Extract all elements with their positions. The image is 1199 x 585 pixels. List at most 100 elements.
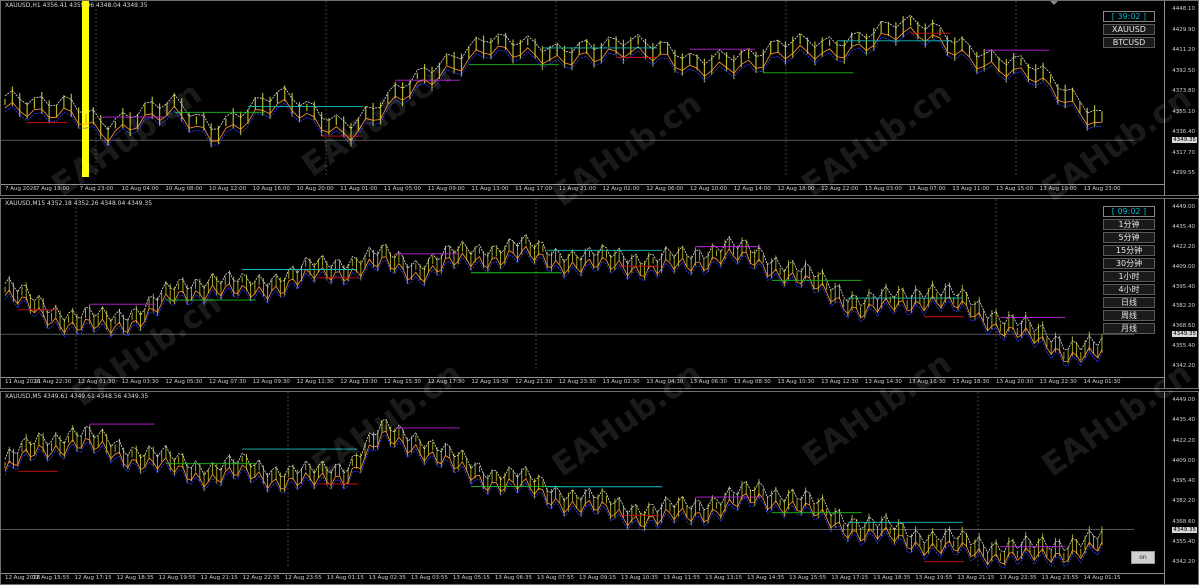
- panel-button[interactable]: XAUUSD: [1103, 24, 1155, 35]
- pane-title: XAUUSD,M15 4352.18 4352.26 4348.04 4349.…: [5, 200, 153, 207]
- price-tick-label: 4392.50: [1172, 67, 1195, 74]
- time-tick-label: 11 Aug 05:00: [383, 186, 422, 192]
- chart-pane-m15[interactable]: XAUUSD,M15 4352.18 4352.26 4348.04 4349.…: [0, 198, 1199, 389]
- time-tick-label: 13 Aug 13:15: [705, 575, 743, 581]
- current-price-label: 4349.35: [1172, 526, 1197, 533]
- panel-button[interactable]: 月线: [1103, 323, 1155, 334]
- moving-average-line: [4, 26, 1103, 143]
- symbol-panel: [ 39:02 ] XAUUSD BTCUSD: [1103, 11, 1155, 48]
- time-tick-label: 13 Aug 04:30: [646, 379, 684, 385]
- time-tick-label: 13 Aug 10:30: [777, 379, 815, 385]
- time-tick-label: 13 Aug 21:15: [957, 575, 995, 581]
- pane-title: XAUUSD,M5 4349.61 4349.61 4348.56 4349.3…: [5, 393, 149, 400]
- time-tick-label: 12 Aug 15:30: [383, 379, 422, 385]
- price-tick-label: 4299.55: [1172, 170, 1195, 176]
- panel-button[interactable]: 日线: [1103, 297, 1155, 308]
- price-tick-label: 4409.00: [1172, 263, 1195, 270]
- time-tick-label: 12 Aug 19:55: [158, 575, 196, 581]
- price-tick-label: 4422.20: [1172, 243, 1195, 250]
- time-tick-label: 13 Aug 18:35: [873, 575, 911, 581]
- time-tick-label: 13 Aug 05:15: [452, 575, 490, 581]
- time-tick-label: 12 Aug 18:35: [116, 575, 154, 581]
- panel-button[interactable]: 1小时: [1103, 271, 1155, 282]
- time-tick-label: 12 Aug 07:30: [209, 379, 247, 385]
- price-chart-m15[interactable]: [1, 199, 1167, 380]
- price-tick-label: 4355.40: [1172, 343, 1195, 350]
- price-tick-label: 4448.10: [1172, 6, 1195, 12]
- panel-button[interactable]: 30分钟: [1103, 258, 1155, 269]
- current-price-label: 4349.35: [1172, 331, 1197, 338]
- panel-button[interactable]: 15分钟: [1103, 245, 1155, 256]
- time-tick-label: 13 Aug 02:35: [368, 575, 406, 581]
- time-tick-label: 14 Aug 01:30: [1083, 379, 1121, 385]
- time-tick-label: 12 Aug 10:00: [689, 186, 728, 192]
- price-tick-label: 4449.00: [1172, 204, 1195, 210]
- time-tick-label: 12 Aug 03:30: [121, 379, 159, 385]
- panel-button[interactable]: BTCUSD: [1103, 37, 1155, 48]
- panel-button[interactable]: 4小时: [1103, 284, 1155, 295]
- on-button[interactable]: on: [1131, 551, 1155, 564]
- time-tick-label: 12 Aug 17:30: [427, 379, 465, 385]
- time-tick-label: 10 Aug 04:00: [121, 186, 159, 192]
- time-tick-label: 12 Aug 21:30: [515, 379, 553, 385]
- price-tick-label: 4355.10: [1172, 108, 1195, 115]
- time-tick-label: 12 Aug 23:55: [284, 575, 322, 581]
- time-tick-label: 12 Aug 23:30: [558, 379, 596, 385]
- time-tick-label: 10 Aug 12:00: [209, 186, 247, 192]
- time-tick-label: 13 Aug 12:30: [821, 379, 859, 385]
- price-tick-label: 4355.40: [1172, 538, 1195, 545]
- panel-button[interactable]: 5分钟: [1103, 232, 1155, 243]
- time-tick-label: 13 Aug 02:30: [602, 379, 640, 385]
- panel-button[interactable]: 周线: [1103, 310, 1155, 321]
- time-axis[interactable]: 12 Aug 2026 12 Aug 15:55 12 Aug 17:15 12 Au…: [1, 573, 1165, 584]
- time-tick-label: 13 Aug 18:30: [952, 379, 990, 385]
- chart-pane-m5[interactable]: XAUUSD,M5 4349.61 4349.61 4348.56 4349.3…: [0, 391, 1199, 585]
- price-axis[interactable]: 4448.10 4429.90 4411.20 4392.50 4373.80 4355.…: [1164, 1, 1198, 195]
- time-tick-label: 10 Aug 16:00: [252, 186, 290, 192]
- countdown-timer: [ 39:02 ]: [1103, 11, 1155, 22]
- time-tick-label: 12 Aug 02:00: [602, 186, 640, 192]
- scroll-arrow-icon[interactable]: [1050, 1, 1058, 5]
- price-axis[interactable]: 4449.00 4435.40 4422.20 4409.00 4395.40 4382.…: [1164, 392, 1198, 584]
- price-axis[interactable]: 4449.00 4435.40 4422.20 4409.00 4395.40 4382.…: [1164, 199, 1198, 388]
- time-tick-label: 7 Aug 2026: [5, 186, 37, 192]
- time-tick-label: 12 Aug 05:30: [165, 379, 203, 385]
- price-tick-label: 4342.20: [1172, 559, 1195, 565]
- time-tick-label: 12 Aug 21:15: [200, 575, 238, 581]
- time-tick-label: 13 Aug 14:35: [747, 575, 785, 581]
- time-tick-label: 12 Aug 22:00: [821, 186, 859, 192]
- price-tick-label: 4395.40: [1172, 478, 1195, 484]
- price-chart-h1[interactable]: [1, 1, 1167, 187]
- price-tick-label: 4382.20: [1172, 498, 1195, 505]
- time-tick-label: 13 Aug 06:35: [494, 575, 532, 581]
- chart-pane-h1[interactable]: XAUUSD,H1 4356.41 4359.06 4348.04 4349.3…: [0, 0, 1199, 196]
- time-tick-label: 13 Aug 17:15: [831, 575, 869, 581]
- time-tick-label: 13 Aug 11:00: [952, 186, 990, 192]
- price-tick-label: 4411.20: [1172, 47, 1195, 53]
- time-axis[interactable]: 11 Aug 2026 11 Aug 22:30 12 Aug 01:30 12 Au…: [1, 377, 1165, 388]
- price-tick-label: 4409.00: [1172, 457, 1195, 464]
- price-tick-label: 4336.40: [1172, 129, 1195, 135]
- time-tick-label: 7 Aug 23:00: [79, 186, 114, 192]
- panel-button[interactable]: 1分钟: [1103, 219, 1155, 230]
- time-tick-label: 12 Aug 09:30: [252, 379, 290, 385]
- time-tick-label: 13 Aug 19:00: [1039, 186, 1077, 192]
- pane-title: XAUUSD,H1 4356.41 4359.06 4348.04 4349.3…: [5, 2, 148, 9]
- price-tick-label: 4449.00: [1172, 397, 1195, 403]
- time-tick-label: 11 Aug 09:00: [427, 186, 465, 192]
- time-tick-label: 12 Aug 11:30: [296, 379, 334, 385]
- time-tick-label: 12 Aug 17:15: [74, 575, 112, 581]
- time-axis[interactable]: 7 Aug 2026 7 Aug 19:00 7 Aug 23:00 10 Aug 0…: [1, 184, 1165, 195]
- time-tick-label: 13 Aug 09:15: [578, 575, 617, 581]
- time-tick-label: 13 Aug 10:35: [621, 575, 659, 581]
- price-tick-label: 4373.80: [1172, 88, 1195, 94]
- highlight-bar: [82, 1, 89, 177]
- price-tick-label: 4435.40: [1172, 223, 1195, 230]
- time-tick-label: 13 Aug 20:30: [996, 379, 1034, 385]
- time-tick-label: 12 Aug 22:35: [242, 575, 280, 581]
- time-tick-label: 13 Aug 23:55: [1041, 575, 1079, 581]
- time-tick-label: 13 Aug 01:15: [326, 575, 364, 581]
- time-tick-label: 13 Aug 03:55: [410, 575, 448, 581]
- price-chart-m5[interactable]: [1, 392, 1167, 576]
- time-tick-label: 13 Aug 08:30: [733, 379, 771, 385]
